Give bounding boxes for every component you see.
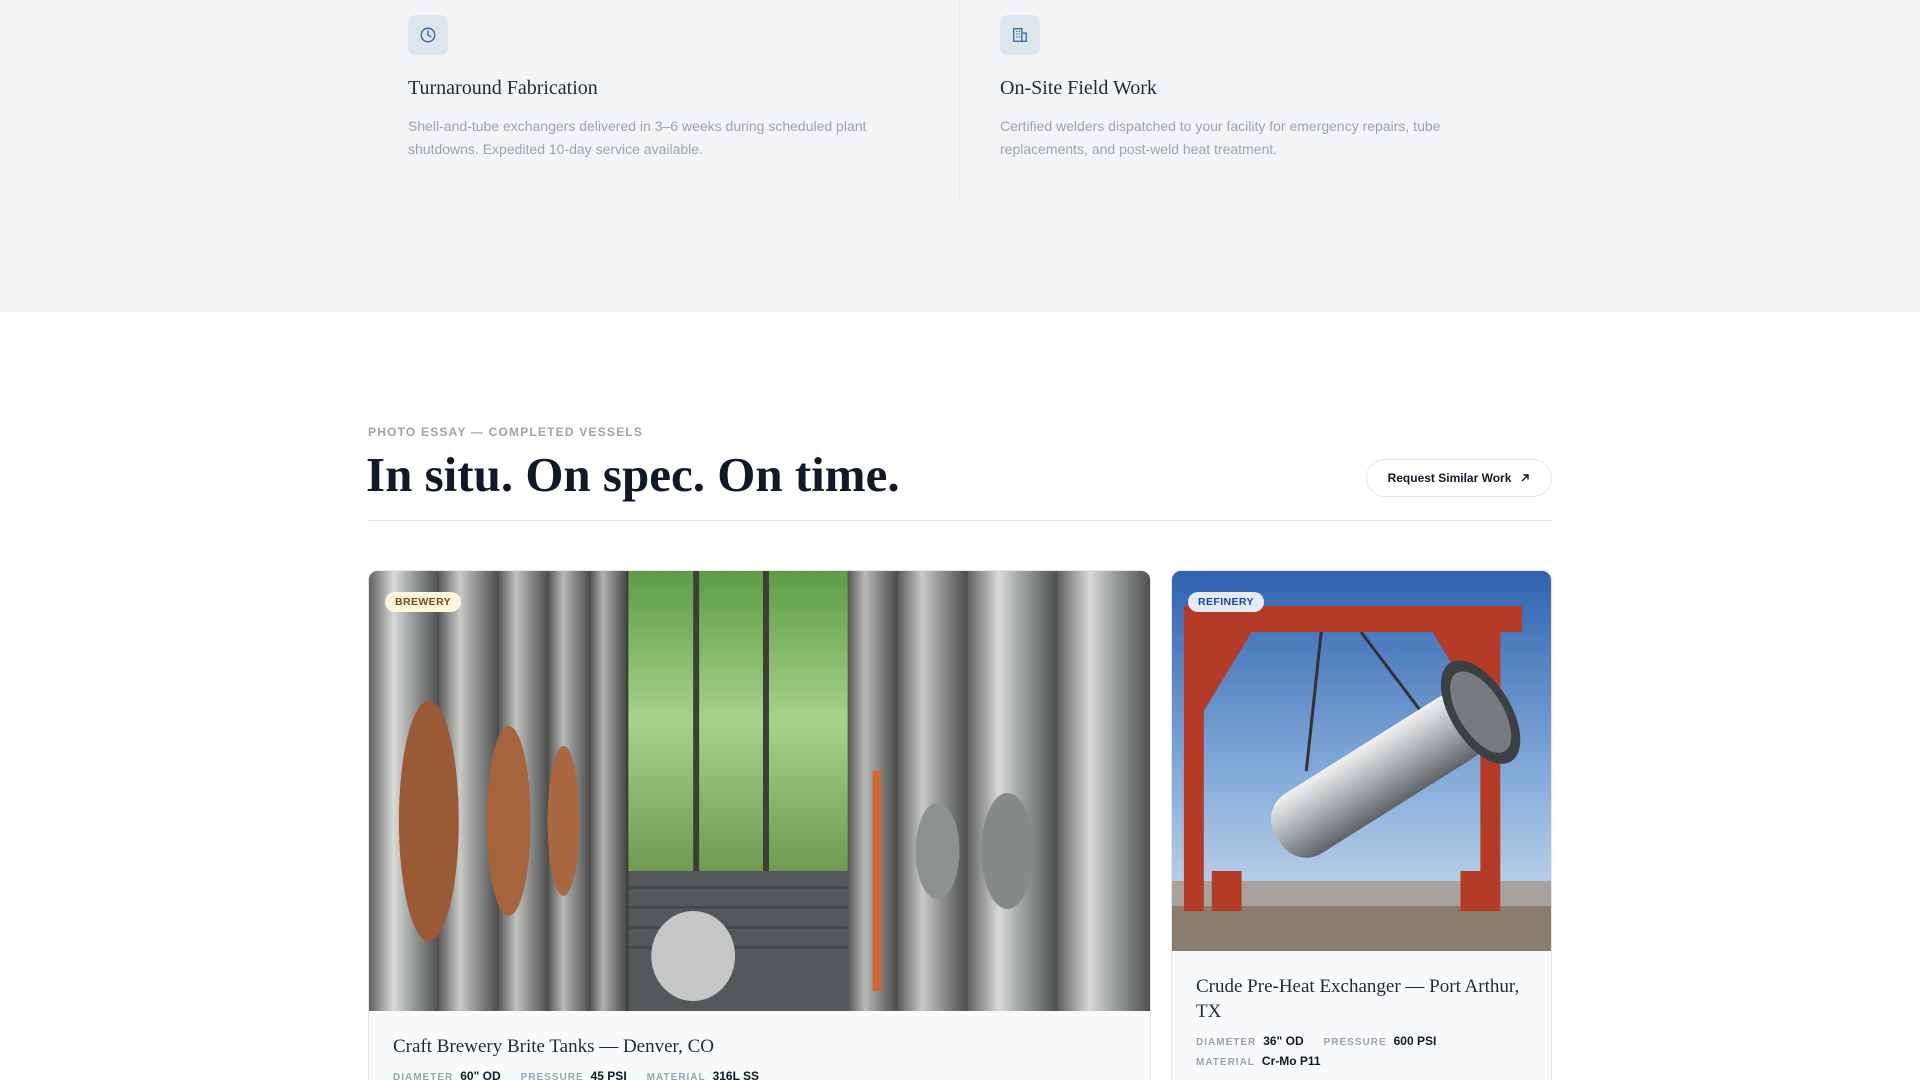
brewery-photo: BREWERY: [369, 571, 1150, 1011]
spec-list: DIAMETER 60" OD PRESSURE 45 PSI MATERIAL…: [393, 1069, 1126, 1080]
spec-value: Cr-Mo P11: [1261, 1054, 1321, 1068]
spec-label: DIAMETER: [1196, 1037, 1257, 1048]
category-badge: BREWERY: [385, 592, 462, 612]
arrow-up-right-icon: [1521, 474, 1530, 482]
spec-label: MATERIAL: [1196, 1057, 1255, 1068]
spec-label: DIAMETER: [393, 1072, 454, 1080]
spec-diameter: DIAMETER 60" OD: [393, 1069, 501, 1080]
card-title: Craft Brewery Brite Tanks — Denver, CO: [393, 1036, 715, 1057]
feature-title: On-Site Field Work: [1000, 77, 1157, 99]
refinery-photo: REFINERY: [1172, 571, 1551, 951]
spec-label: PRESSURE: [1323, 1037, 1387, 1048]
section-headline: In situ. On spec. On time.: [366, 447, 900, 502]
section-eyebrow: PHOTO ESSAY — COMPLETED VESSELS: [368, 425, 644, 439]
project-card-brewery[interactable]: BREWERY Craft Brewery Brite Tanks — Denv…: [368, 570, 1151, 1080]
spec-label: PRESSURE: [520, 1072, 584, 1080]
feature-divider: [959, 0, 960, 200]
spec-material: MATERIAL 316L SS: [647, 1069, 759, 1080]
spec-material: MATERIAL Cr-Mo P11: [1196, 1054, 1321, 1068]
spec-pressure: PRESSURE 600 PSI: [1324, 1034, 1437, 1048]
spec-label: MATERIAL: [646, 1072, 706, 1080]
card-body: Craft Brewery Brite Tanks — Denver, CO D…: [369, 1034, 1150, 1080]
project-card-refinery[interactable]: REFINERY Crude Pre-Heat Exchanger — Port…: [1171, 570, 1552, 1080]
spec-pressure: PRESSURE 45 PSI: [521, 1069, 627, 1080]
feature-description: Shell-and-tube exchangers delivered in 3…: [408, 118, 867, 157]
request-similar-work-button[interactable]: Request Similar Work: [1366, 459, 1552, 497]
category-badge: REFINERY: [1188, 592, 1264, 612]
features-band: Turnaround Fabrication Shell-and-tube ex…: [0, 0, 1920, 312]
spec-diameter: DIAMETER 36" OD: [1196, 1034, 1304, 1048]
spec-value: 45 PSI: [590, 1069, 627, 1080]
spec-value: 60" OD: [460, 1069, 501, 1080]
clock-icon: [408, 15, 448, 55]
spec-list: DIAMETER 36" OD PRESSURE 600 PSI MATERIA…: [1196, 1034, 1527, 1068]
cta-label: Request Similar Work: [1387, 471, 1512, 485]
building-icon: [1000, 15, 1040, 55]
feature-description: Certified welders dispatched to your fac…: [1000, 118, 1441, 157]
feature-title: Turnaround Fabrication: [408, 77, 598, 99]
spec-value: 316L SS: [712, 1069, 760, 1080]
card-title: Crude Pre-Heat Exchanger — Port Arthur, …: [1196, 976, 1520, 1022]
card-body: Crude Pre-Heat Exchanger — Port Arthur, …: [1172, 974, 1551, 1068]
spec-value: 36" OD: [1263, 1034, 1304, 1048]
spec-value: 600 PSI: [1393, 1034, 1437, 1048]
section-divider: [368, 520, 1552, 521]
